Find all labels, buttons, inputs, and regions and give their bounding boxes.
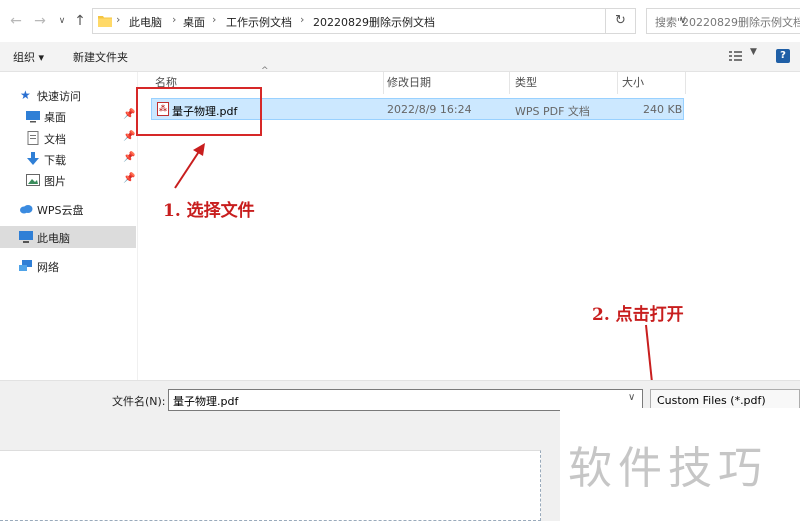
forward-arrow-icon[interactable]: → xyxy=(32,11,48,31)
breadcrumb-separator: › xyxy=(212,13,217,26)
sidebar-item-pictures[interactable]: 图片 📌 xyxy=(0,169,136,191)
star-icon: ★ xyxy=(20,88,31,102)
step1-annotation: 1. 选择文件 xyxy=(163,201,255,221)
new-folder-button[interactable]: 新建文件夹 xyxy=(73,49,128,65)
sidebar-item-label: 桌面 xyxy=(44,111,66,124)
sidebar-item-documents[interactable]: 文档 📌 xyxy=(0,127,136,149)
view-dropdown-icon[interactable]: ▼ xyxy=(750,47,757,57)
filename-label: 文件名(N): xyxy=(112,395,166,408)
organize-button[interactable]: 组织 ▾ xyxy=(13,49,44,65)
sidebar-item-downloads[interactable]: 下载 📌 xyxy=(0,148,136,170)
column-divider[interactable] xyxy=(617,72,618,94)
column-header-size[interactable]: 大小 xyxy=(622,74,644,90)
pin-icon[interactable]: 📌 xyxy=(123,131,135,142)
view-options-icon[interactable] xyxy=(728,48,744,64)
pin-icon[interactable]: 📌 xyxy=(123,152,135,163)
navigation-pane: ★ 快速访问 桌面 📌 文档 📌 下载 📌 图片 📌 WPS云盘 此电脑 网络 xyxy=(0,72,138,380)
column-divider[interactable] xyxy=(509,72,510,94)
help-icon[interactable]: ? xyxy=(776,49,790,63)
sidebar-item-label: 图片 xyxy=(44,175,66,188)
file-type: WPS PDF 文档 xyxy=(515,105,590,118)
sidebar-item-desktop[interactable]: 桌面 📌 xyxy=(0,105,136,127)
step2-annotation: 2. 点击打开 xyxy=(592,305,684,325)
up-arrow-icon[interactable]: ↑ xyxy=(72,11,88,31)
sidebar-item-this-pc[interactable]: 此电脑 xyxy=(0,226,136,248)
folder-icon xyxy=(98,16,112,27)
computer-icon xyxy=(19,231,33,243)
breadcrumb-separator: › xyxy=(300,13,305,26)
breadcrumb-separator: › xyxy=(116,13,121,26)
file-open-dialog: ← → ∨ ↑ › 此电脑 › 桌面 › 工作示例文档 › 20220829删除… xyxy=(0,0,800,521)
highlight-box xyxy=(136,87,262,136)
cloud-icon xyxy=(20,205,33,214)
refresh-icon[interactable]: ↻ xyxy=(606,8,636,34)
breadcrumb-item[interactable]: 工作示例文档 xyxy=(226,14,292,30)
document-icon xyxy=(27,131,39,145)
desktop-icon xyxy=(26,111,40,123)
file-size: 240 KB xyxy=(643,103,683,116)
address-bar-row: ← → ∨ ↑ › 此电脑 › 桌面 › 工作示例文档 › 20220829删除… xyxy=(0,0,800,42)
chevron-down-icon[interactable]: ∨ xyxy=(628,392,635,403)
breadcrumb-item[interactable]: 桌面 xyxy=(183,14,205,30)
back-arrow-icon[interactable]: ← xyxy=(8,11,24,31)
sidebar-item-network[interactable]: 网络 xyxy=(0,255,136,277)
sidebar-item-label: 下载 xyxy=(44,154,66,167)
column-divider[interactable] xyxy=(685,72,686,94)
pin-icon[interactable]: 📌 xyxy=(123,173,135,184)
sort-caret-icon: ^ xyxy=(261,66,269,76)
sidebar-item-label: 网络 xyxy=(37,261,59,274)
path-box[interactable]: › 此电脑 › 桌面 › 工作示例文档 › 20220829删除示例文档 ∨ xyxy=(92,8,687,34)
network-icon xyxy=(19,260,32,271)
watermark-text: 软件技巧 xyxy=(568,443,768,494)
file-date: 2022/8/9 16:24 xyxy=(387,103,472,116)
dialog-button-area xyxy=(0,450,541,521)
column-header-date[interactable]: 修改日期 xyxy=(387,74,431,90)
sidebar-item-wps-cloud[interactable]: WPS云盘 xyxy=(0,198,136,220)
sidebar-item-label: 此电脑 xyxy=(37,232,70,245)
download-icon xyxy=(27,152,39,165)
command-toolbar: 组织 ▾ 新建文件夹 ▼ ? xyxy=(0,42,800,72)
sidebar-item-label: WPS云盘 xyxy=(37,204,84,217)
sidebar-item-quick-access[interactable]: ★ 快速访问 xyxy=(0,84,136,106)
search-input[interactable]: 搜索"20220829删除示例文档" xyxy=(646,8,800,34)
recent-dropdown-icon[interactable]: ∨ xyxy=(54,11,70,31)
breadcrumb-item[interactable]: 20220829删除示例文档 xyxy=(313,14,435,30)
sidebar-item-label: 文档 xyxy=(44,133,66,146)
sidebar-item-label: 快速访问 xyxy=(37,90,81,103)
column-header-type[interactable]: 类型 xyxy=(515,74,537,90)
picture-icon xyxy=(26,174,40,186)
breadcrumb-item[interactable]: 此电脑 xyxy=(129,14,162,30)
column-divider[interactable] xyxy=(383,72,384,94)
breadcrumb-separator: › xyxy=(172,13,177,26)
pin-icon[interactable]: 📌 xyxy=(123,109,135,120)
